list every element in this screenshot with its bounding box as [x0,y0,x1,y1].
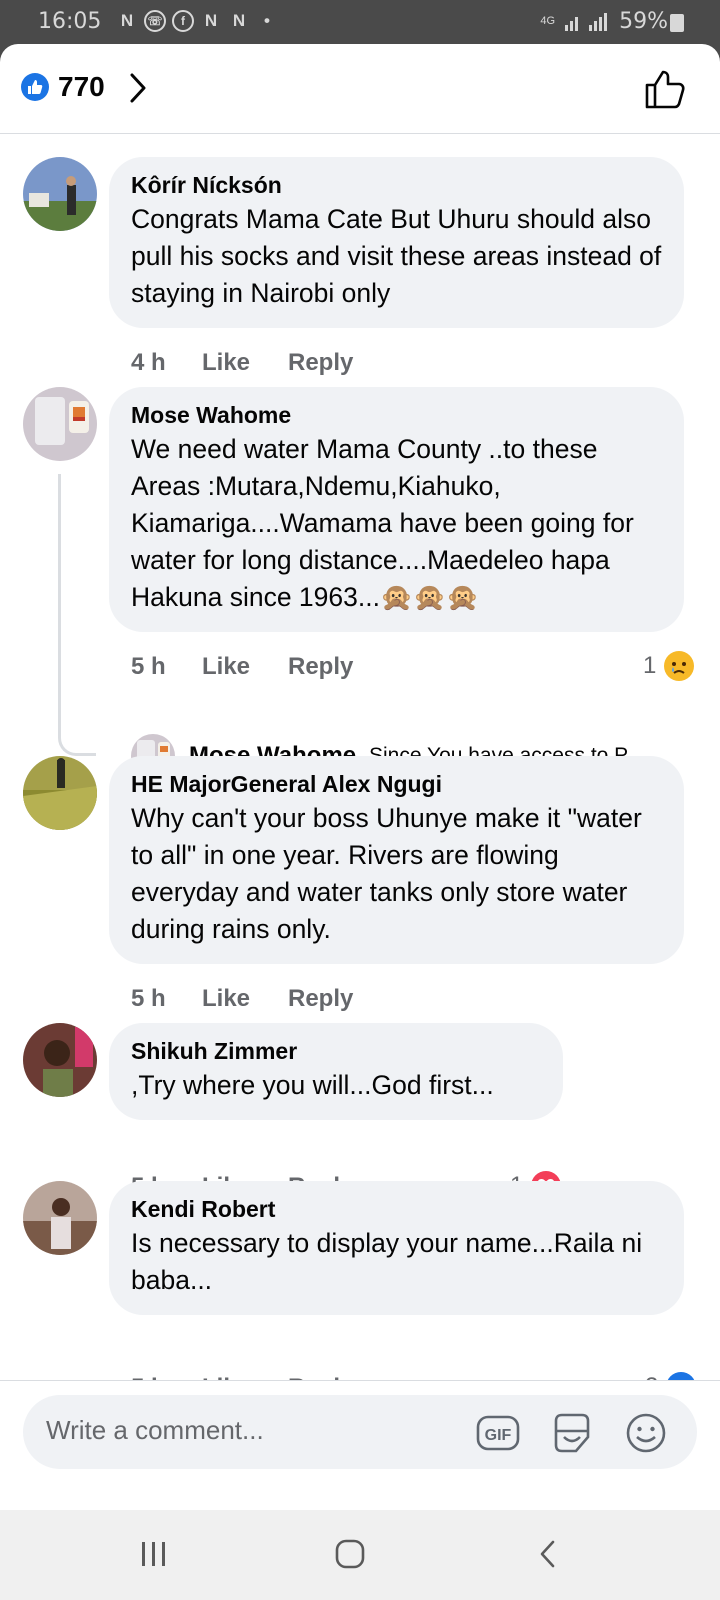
reply-button[interactable]: Reply [288,985,353,1013]
battery-icon [670,14,684,32]
comment-bubble[interactable]: Mose Wahome We need water Mama County ..… [109,387,684,632]
notification-icons: N ☏ f N N • [116,10,278,32]
battery-percent: 59% [619,9,668,34]
comment-actions: 5 h Like Reply [131,985,353,1013]
sticker-icon[interactable] [550,1411,594,1455]
like-reaction-icon[interactable] [21,73,49,101]
comment-input-placeholder: Write a comment... [46,1415,264,1445]
status-time: 16:05 [38,9,102,34]
more-notifications-dot-icon: • [264,11,270,30]
reply-button[interactable]: Reply [288,653,353,681]
sad-reaction-icon [664,651,695,681]
like-post-button[interactable] [644,68,686,110]
avatar[interactable] [23,387,97,461]
comment-actions: 5 h Like Reply [131,653,353,681]
comment-author[interactable]: Shikuh Zimmer [131,1037,541,1065]
chevron-right-icon[interactable] [128,72,148,104]
comment-time: 5 h [131,985,166,1012]
comment-text: Is necessary to display your name...Rail… [131,1228,643,1295]
home-button[interactable] [330,1534,370,1574]
signal-icon [565,12,608,31]
comment-author[interactable]: Mose Wahome [131,401,662,429]
emoji-icon[interactable] [624,1411,668,1455]
avatar[interactable] [23,1181,97,1255]
system-navigation-bar [0,1510,720,1600]
news-notification-icon: N [120,11,134,30]
status-bar: 16:05 N ☏ f N N • 4G 59% [0,0,720,44]
comment-author[interactable]: HE MajorGeneral Alex Ngugi [131,770,662,798]
reactions-header: 770 [0,44,720,134]
comment-author[interactable]: Kendi Robert [131,1195,662,1223]
comment-input[interactable]: Write a comment... GIF [23,1395,697,1469]
comments-sheet: 770 Kôrír Nícksón Congrats Mama Cate But… [0,44,720,1510]
comment-text: Congrats Mama Cate But Uhuru should also… [131,204,662,308]
facebook-icon: f [172,10,194,32]
comment-author[interactable]: Kôrír Nícksón [131,171,662,199]
news-notification-icon: N [232,11,246,30]
back-button[interactable] [528,1534,568,1574]
comment-bubble[interactable]: HE MajorGeneral Alex Ngugi Why can't you… [109,756,684,964]
reply-thread-line [58,474,96,756]
comment-reactions[interactable]: 1 [643,651,695,681]
reply-button[interactable]: Reply [288,349,353,377]
status-right: 4G 59% [540,9,668,34]
whatsapp-icon: ☏ [144,10,166,32]
like-button[interactable]: Like [202,349,288,377]
comment-actions: 4 h Like Reply [131,349,353,377]
avatar[interactable] [23,157,97,231]
comment-bubble[interactable]: Kôrír Nícksón Congrats Mama Cate But Uhu… [109,157,684,328]
reaction-count: 1 [643,652,657,679]
gif-label: GIF [485,1427,512,1444]
comment-text: ,Try where you will...God first... [131,1070,494,1100]
comment-text: Why can't your boss Uhunye make it "wate… [131,803,642,944]
comment-time: 4 h [131,349,166,376]
like-button[interactable]: Like [202,985,288,1013]
comment-composer: Write a comment... GIF [0,1380,720,1510]
news-notification-icon: N [204,11,218,30]
comment-bubble[interactable]: Kendi Robert Is necessary to display you… [109,1181,684,1315]
gif-button[interactable]: GIF [476,1411,520,1455]
comment-bubble[interactable]: Shikuh Zimmer ,Try where you will...God … [109,1023,563,1120]
avatar[interactable] [23,756,97,830]
reaction-count[interactable]: 770 [58,71,105,103]
comment-time: 5 h [131,653,166,680]
network-type: 4G [540,15,556,27]
avatar[interactable] [23,1023,97,1097]
like-button[interactable]: Like [202,653,288,681]
comment-text: We need water Mama County ..to these Are… [131,434,634,612]
recent-apps-button[interactable] [134,1534,174,1574]
